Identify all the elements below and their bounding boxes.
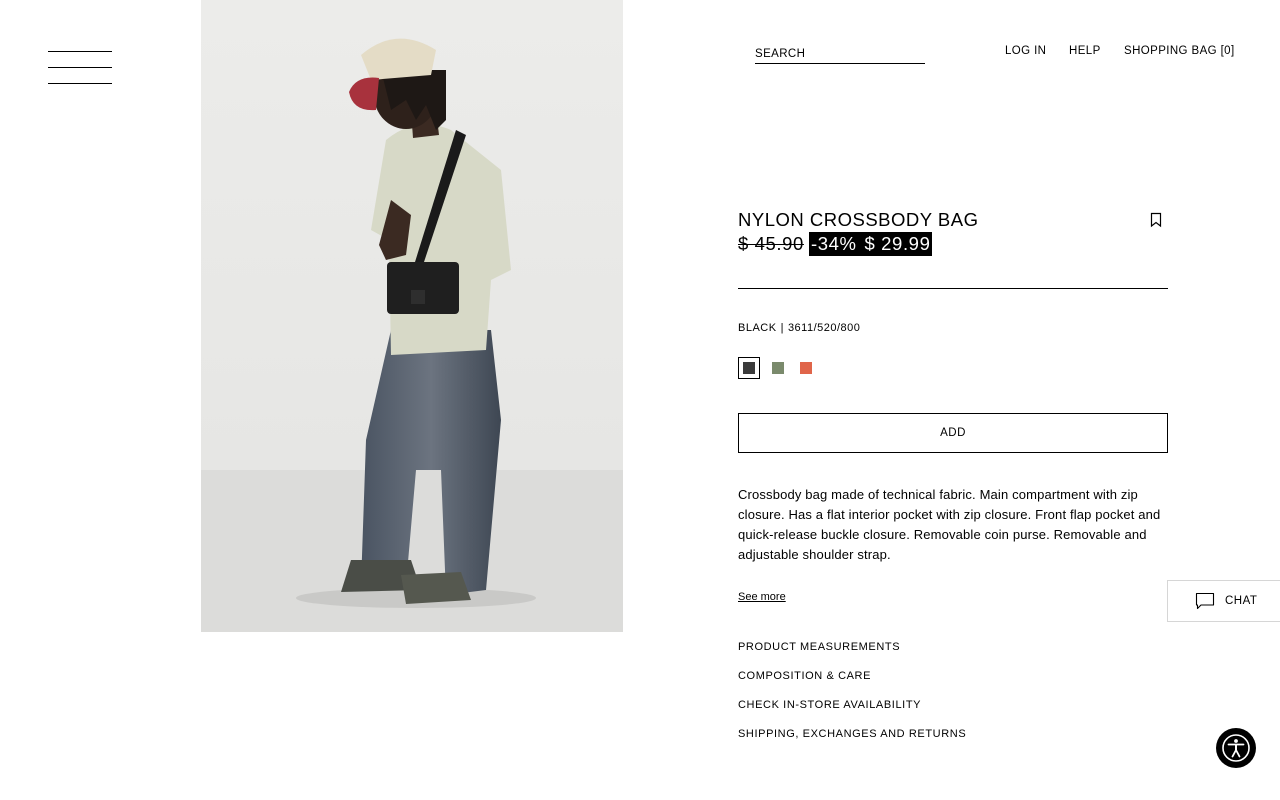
product-reference: 3611/520/800: [787, 322, 861, 334]
store-availability-link[interactable]: CHECK IN-STORE AVAILABILITY: [738, 699, 921, 711]
product-photo[interactable]: [201, 0, 623, 632]
menu-line: [48, 67, 112, 68]
price-row: $ 45.90 -34% $ 29.99: [738, 232, 933, 256]
bookmark-icon[interactable]: [1149, 212, 1163, 228]
login-link[interactable]: LOG IN: [1005, 45, 1046, 57]
chat-label: CHAT: [1225, 595, 1258, 607]
discount-percent: -34%: [810, 233, 857, 254]
accessibility-icon[interactable]: [1216, 728, 1256, 768]
hamburger-menu-icon[interactable]: [48, 51, 112, 85]
sale-price: $ 29.99: [864, 233, 931, 254]
separator: |: [780, 322, 784, 334]
add-to-bag-button[interactable]: ADD: [738, 413, 1168, 453]
chat-button[interactable]: CHAT: [1167, 580, 1280, 622]
help-link[interactable]: HELP: [1069, 45, 1101, 57]
chat-bubble-icon: [1195, 592, 1215, 610]
color-name: BLACK: [738, 322, 777, 334]
product-description: Crossbody bag made of technical fabric. …: [738, 487, 1161, 562]
menu-line: [48, 51, 112, 52]
shipping-returns-link[interactable]: SHIPPING, EXCHANGES AND RETURNS: [738, 728, 966, 740]
accessibility-figure-icon: [1222, 734, 1250, 762]
sale-badge: -34% $ 29.99: [808, 232, 933, 256]
color-reference: BLACK | 3611/520/800: [738, 322, 860, 334]
search-field[interactable]: [755, 44, 925, 64]
see-more-link[interactable]: See more: [738, 591, 786, 603]
original-price: $ 45.90: [738, 233, 804, 254]
shopping-bag-link[interactable]: SHOPPING BAG [0]: [1124, 45, 1235, 57]
color-swatch-green[interactable]: [772, 362, 784, 374]
color-swatch-orange[interactable]: [800, 362, 812, 374]
product-title: NYLON CROSSBODY BAG: [738, 209, 979, 230]
swatch-fill: [743, 362, 755, 374]
divider: [738, 288, 1168, 289]
bookmark-icon-svg: [1150, 212, 1162, 228]
product-measurements-link[interactable]: PRODUCT MEASUREMENTS: [738, 641, 900, 653]
search-input[interactable]: [755, 48, 925, 60]
composition-care-link[interactable]: COMPOSITION & CARE: [738, 670, 871, 682]
menu-line: [48, 83, 112, 84]
model-wearing-bag-image: [201, 0, 623, 632]
color-swatch-black[interactable]: [738, 357, 760, 379]
